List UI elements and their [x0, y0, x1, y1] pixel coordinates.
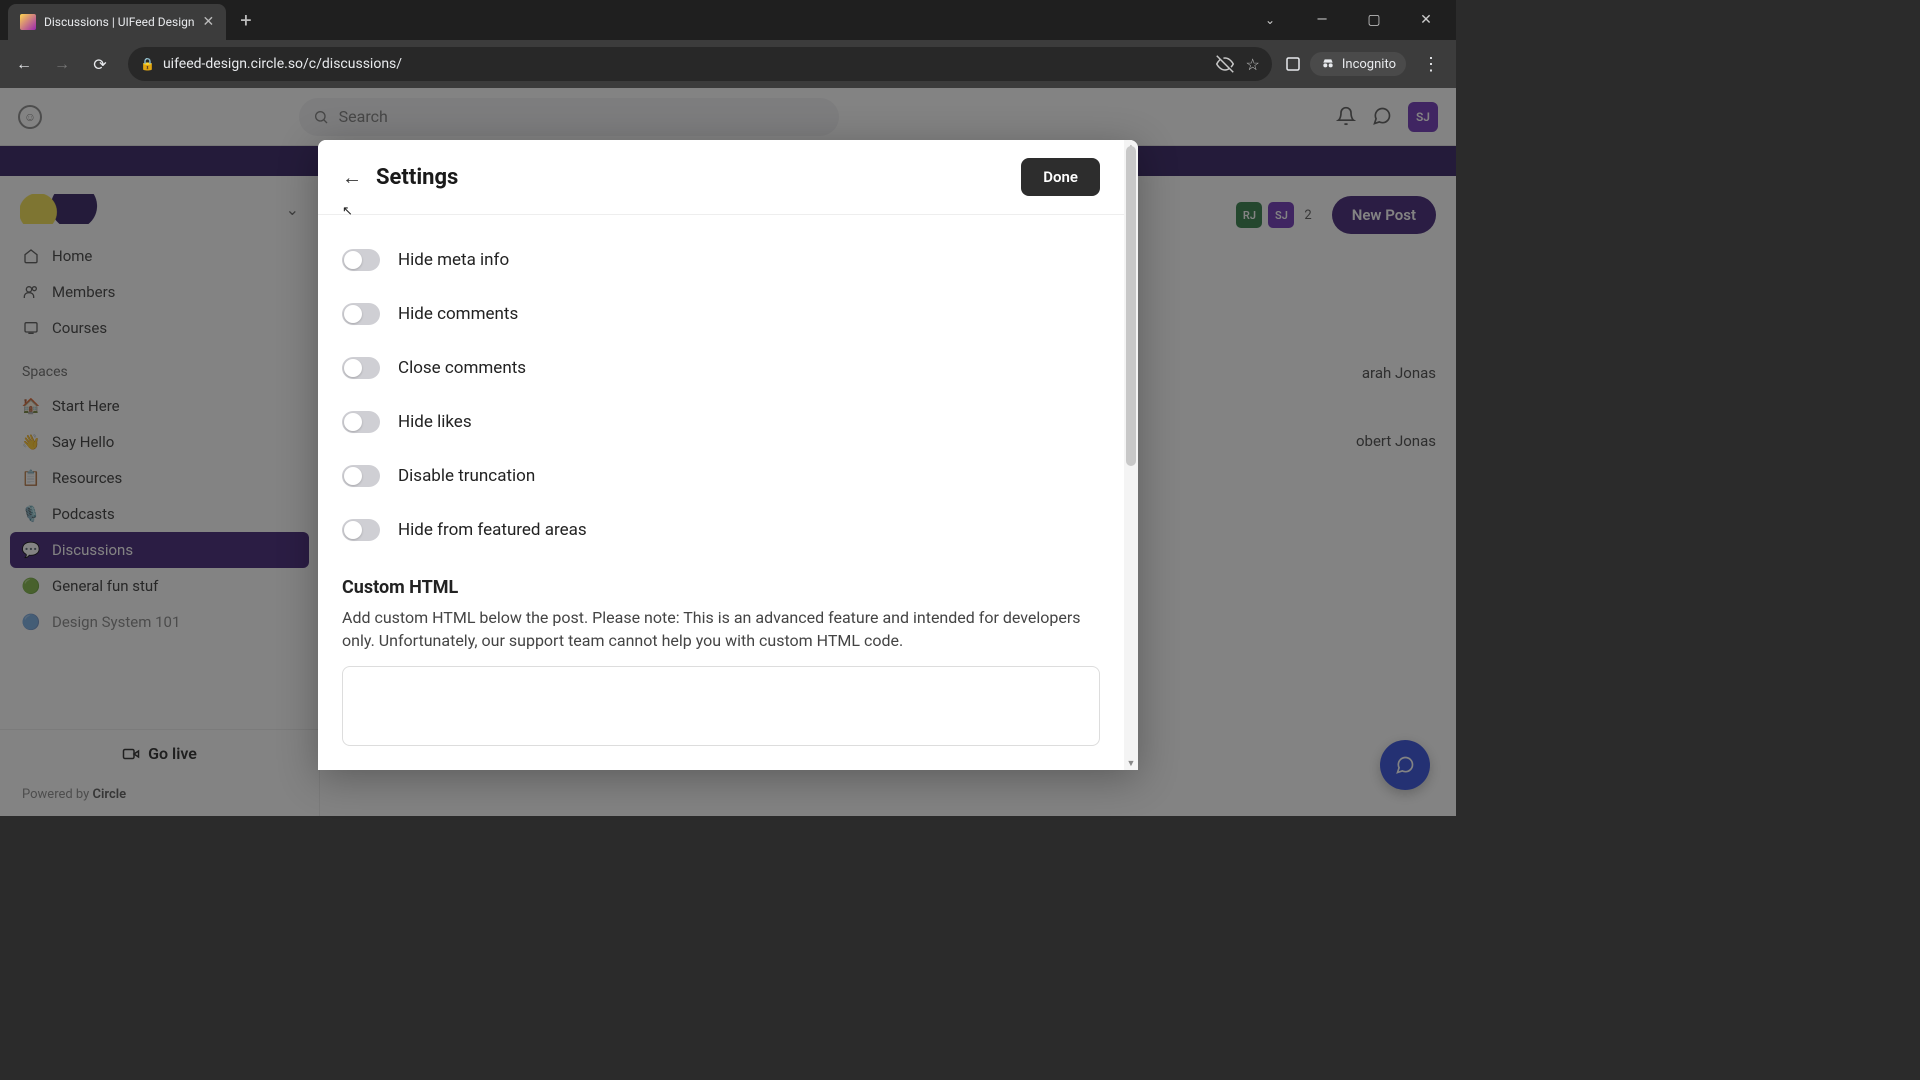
eye-off-icon[interactable]	[1216, 55, 1234, 73]
toggle-label: Hide comments	[398, 304, 518, 324]
toggle-label: Disable truncation	[398, 466, 535, 486]
extensions-icon[interactable]	[1284, 55, 1302, 73]
bookmark-star-icon[interactable]: ☆	[1246, 55, 1260, 74]
url-text: uifeed-design.circle.so/c/discussions/	[163, 56, 1208, 72]
toggle-hide-featured: Hide from featured areas	[328, 503, 1114, 557]
custom-html-heading: Custom HTML	[342, 577, 1100, 598]
browser-menu-button[interactable]: ⋮	[1414, 54, 1448, 75]
toggle-label: Hide from featured areas	[398, 520, 587, 540]
toggle-switch[interactable]	[342, 465, 380, 487]
page-viewport: ☺ Search SJ ⌄ Home	[0, 88, 1456, 816]
window-close-button[interactable]: ✕	[1406, 5, 1446, 35]
browser-titlebar: Discussions | UIFeed Design ✕ + ⌄ ― ▢ ✕	[0, 0, 1456, 40]
toggle-hide-meta-info: Hide meta info	[328, 233, 1114, 287]
toggle-switch[interactable]	[342, 249, 380, 271]
toggle-disable-truncation: Disable truncation	[328, 449, 1114, 503]
toggle-hide-comments: Hide comments	[328, 287, 1114, 341]
settings-modal: ← Settings Done ↖ Hide meta info Hide co…	[318, 140, 1138, 770]
toggle-hide-likes: Hide likes	[328, 395, 1114, 449]
toggle-switch[interactable]	[342, 357, 380, 379]
browser-tab[interactable]: Discussions | UIFeed Design ✕	[8, 4, 226, 40]
lock-icon: 🔒	[140, 57, 155, 71]
scroll-down-icon[interactable]: ▼	[1124, 756, 1138, 770]
nav-back-button[interactable]: ←	[8, 48, 40, 80]
browser-toolbar: ← → ⟳ 🔒 uifeed-design.circle.so/c/discus…	[0, 40, 1456, 88]
toggle-label: Close comments	[398, 358, 526, 378]
toggle-switch[interactable]	[342, 411, 380, 433]
tab-search-icon[interactable]: ⌄	[1250, 5, 1290, 35]
incognito-label: Incognito	[1342, 57, 1396, 72]
close-tab-icon[interactable]: ✕	[202, 14, 214, 30]
nav-forward-button[interactable]: →	[46, 48, 78, 80]
modal-title: Settings	[376, 165, 458, 190]
done-button[interactable]: Done	[1021, 158, 1100, 196]
back-button[interactable]: ←	[342, 165, 362, 190]
toggle-close-comments: Close comments	[328, 341, 1114, 395]
toggle-label: Hide meta info	[398, 250, 509, 270]
modal-overlay[interactable]: ← Settings Done ↖ Hide meta info Hide co…	[0, 88, 1456, 816]
tab-title: Discussions | UIFeed Design	[44, 15, 194, 29]
favicon-icon	[20, 14, 36, 30]
incognito-indicator[interactable]: Incognito	[1310, 52, 1406, 76]
custom-html-textarea[interactable]	[342, 666, 1100, 746]
toggle-label: Hide likes	[398, 412, 472, 432]
toggle-switch[interactable]	[342, 303, 380, 325]
toggle-switch[interactable]	[342, 519, 380, 541]
window-minimize-button[interactable]: ―	[1302, 5, 1342, 35]
cursor-icon: ↖	[342, 204, 353, 219]
address-bar[interactable]: 🔒 uifeed-design.circle.so/c/discussions/…	[128, 47, 1272, 81]
incognito-icon	[1320, 56, 1336, 72]
modal-scrollbar[interactable]: ▲ ▼	[1124, 140, 1138, 770]
new-tab-button[interactable]: +	[240, 8, 251, 32]
scroll-thumb[interactable]	[1126, 146, 1136, 466]
nav-reload-button[interactable]: ⟳	[84, 48, 116, 80]
custom-html-description: Add custom HTML below the post. Please n…	[342, 606, 1100, 652]
window-maximize-button[interactable]: ▢	[1354, 5, 1394, 35]
